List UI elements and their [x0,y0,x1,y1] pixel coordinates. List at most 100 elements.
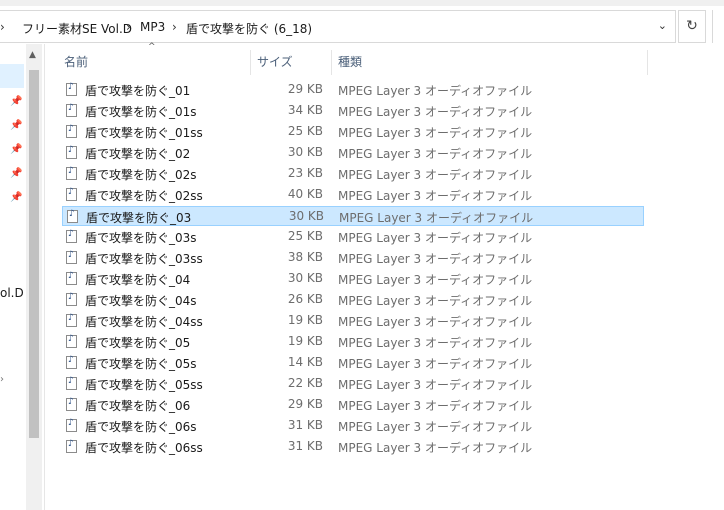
file-type: MPEG Layer 3 オーディオファイル [338,378,533,392]
file-size: 14 KB [287,355,323,369]
file-type: MPEG Layer 3 オーディオファイル [338,441,533,455]
file-name: 盾で攻撃を防ぐ_02ss [85,189,203,203]
file-name: 盾で攻撃を防ぐ_06 [85,399,191,413]
pane-divider[interactable] [44,44,45,510]
file-type: MPEG Layer 3 オーディオファイル [338,126,533,140]
scroll-up-arrow-icon[interactable]: ▲ [29,50,36,60]
breadcrumb-current-folder[interactable]: 盾で攻撃を防ぐ (6_18) [186,20,312,37]
file-type: MPEG Layer 3 オーディオファイル [338,357,533,371]
audio-file-icon [66,334,77,348]
sort-ascending-icon: ^ [148,42,156,52]
file-row[interactable]: 盾で攻撃を防ぐ_02s 23 KB MPEG Layer 3 オーディオファイル [62,164,644,184]
file-size: 19 KB [287,334,323,348]
file-name: 盾で攻撃を防ぐ_06s [85,420,197,434]
nav-scrollbar[interactable]: ▲ [26,44,42,510]
file-name: 盾で攻撃を防ぐ_04s [85,294,197,308]
file-row[interactable]: 盾で攻撃を防ぐ_05s 14 KB MPEG Layer 3 オーディオファイル [62,353,644,373]
file-row[interactable]: 盾で攻撃を防ぐ_03 30 KB MPEG Layer 3 オーディオファイル [62,206,644,226]
file-type: MPEG Layer 3 オーディオファイル [338,336,533,350]
file-type: MPEG Layer 3 オーディオファイル [338,147,533,161]
file-row[interactable]: 盾で攻撃を防ぐ_01ss 25 KB MPEG Layer 3 オーディオファイル [62,122,644,142]
pin-icon[interactable]: 📌 [10,144,22,155]
file-name: 盾で攻撃を防ぐ_01s [85,105,197,119]
audio-file-icon [66,355,77,369]
file-type: MPEG Layer 3 オーディオファイル [338,168,533,182]
file-size: 29 KB [287,397,323,411]
file-name: 盾で攻撃を防ぐ_03 [86,211,192,225]
column-resize-handle[interactable] [647,50,648,75]
file-type: MPEG Layer 3 オーディオファイル [338,315,533,329]
breadcrumb-vol-d[interactable]: フリー素材SE Vol.D [22,20,132,37]
audio-file-icon [66,187,77,201]
pin-icon[interactable]: 📌 [10,168,22,179]
audio-file-icon [67,209,78,223]
file-size: 26 KB [287,292,323,306]
file-name: 盾で攻撃を防ぐ_02s [85,168,197,182]
file-type: MPEG Layer 3 オーディオファイル [338,84,533,98]
file-size: 25 KB [287,229,323,243]
file-row[interactable]: 盾で攻撃を防ぐ_06 29 KB MPEG Layer 3 オーディオファイル [62,395,644,415]
nav-item-vol-d[interactable]: ol.D [0,286,24,300]
file-row[interactable]: 盾で攻撃を防ぐ_05 19 KB MPEG Layer 3 オーディオファイル [62,332,644,352]
column-resize-handle[interactable] [331,50,332,75]
audio-file-icon [66,292,77,306]
pin-icon[interactable]: 📌 [10,96,22,107]
file-name: 盾で攻撃を防ぐ_05ss [85,378,203,392]
column-header-type[interactable]: 種類 [338,53,362,70]
file-size: 38 KB [287,250,323,264]
breadcrumb-separator[interactable]: › [172,20,177,34]
nav-selected-item[interactable] [0,64,24,88]
audio-file-icon [66,271,77,285]
file-row[interactable]: 盾で攻撃を防ぐ_02 30 KB MPEG Layer 3 オーディオファイル [62,143,644,163]
nav-expand-marker[interactable]: › [0,374,4,385]
file-row[interactable]: 盾で攻撃を防ぐ_02ss 40 KB MPEG Layer 3 オーディオファイル [62,185,644,205]
file-type: MPEG Layer 3 オーディオファイル [338,420,533,434]
file-row[interactable]: 盾で攻撃を防ぐ_04 30 KB MPEG Layer 3 オーディオファイル [62,269,644,289]
address-bar[interactable]: › フリー素材SE Vol.D › MP3 › 盾で攻撃を防ぐ (6_18) ⌄ [0,10,676,43]
file-row[interactable]: 盾で攻撃を防ぐ_03s 25 KB MPEG Layer 3 オーディオファイル [62,227,644,247]
file-size: 19 KB [287,313,323,327]
column-header-name[interactable]: 名前 [64,53,88,70]
file-type: MPEG Layer 3 オーディオファイル [338,252,533,266]
refresh-icon[interactable]: ↻ [678,10,706,43]
audio-file-icon [66,166,77,180]
file-row[interactable]: 盾で攻撃を防ぐ_01 29 KB MPEG Layer 3 オーディオファイル [62,80,644,100]
file-row[interactable]: 盾で攻撃を防ぐ_05ss 22 KB MPEG Layer 3 オーディオファイル [62,374,644,394]
audio-file-icon [66,313,77,327]
pin-icon[interactable]: 📌 [10,192,22,203]
file-type: MPEG Layer 3 オーディオファイル [338,294,533,308]
top-strip [0,0,724,6]
file-row[interactable]: 盾で攻撃を防ぐ_03ss 38 KB MPEG Layer 3 オーディオファイル [62,248,644,268]
file-size: 29 KB [287,82,323,96]
file-row[interactable]: 盾で攻撃を防ぐ_04s 26 KB MPEG Layer 3 オーディオファイル [62,290,644,310]
chevron-down-icon[interactable]: ⌄ [658,19,667,32]
file-size: 30 KB [287,145,323,159]
breadcrumb-mp3[interactable]: MP3 [140,20,165,34]
audio-file-icon [66,145,77,159]
file-size: 25 KB [287,124,323,138]
audio-file-icon [66,397,77,411]
file-size: 40 KB [287,187,323,201]
breadcrumb-separator[interactable]: › [126,20,131,34]
file-size: 31 KB [287,418,323,432]
audio-file-icon [66,376,77,390]
column-resize-handle[interactable] [250,50,251,75]
scrollbar-thumb[interactable] [29,70,39,438]
file-row[interactable]: 盾で攻撃を防ぐ_01s 34 KB MPEG Layer 3 オーディオファイル [62,101,644,121]
audio-file-icon [66,418,77,432]
file-name: 盾で攻撃を防ぐ_02 [85,147,191,161]
file-type: MPEG Layer 3 オーディオファイル [338,399,533,413]
file-type: MPEG Layer 3 オーディオファイル [338,273,533,287]
pin-icon[interactable]: 📌 [10,120,22,131]
audio-file-icon [66,82,77,96]
file-type: MPEG Layer 3 オーディオファイル [338,231,533,245]
search-box-edge[interactable] [712,10,724,43]
column-header-size[interactable]: サイズ [257,53,293,70]
file-row[interactable]: 盾で攻撃を防ぐ_06ss 31 KB MPEG Layer 3 オーディオファイル [62,437,644,457]
file-name: 盾で攻撃を防ぐ_01ss [85,126,203,140]
file-row[interactable]: 盾で攻撃を防ぐ_06s 31 KB MPEG Layer 3 オーディオファイル [62,416,644,436]
file-row[interactable]: 盾で攻撃を防ぐ_04ss 19 KB MPEG Layer 3 オーディオファイル [62,311,644,331]
audio-file-icon [66,103,77,117]
file-size: 34 KB [287,103,323,117]
file-name: 盾で攻撃を防ぐ_04ss [85,315,203,329]
